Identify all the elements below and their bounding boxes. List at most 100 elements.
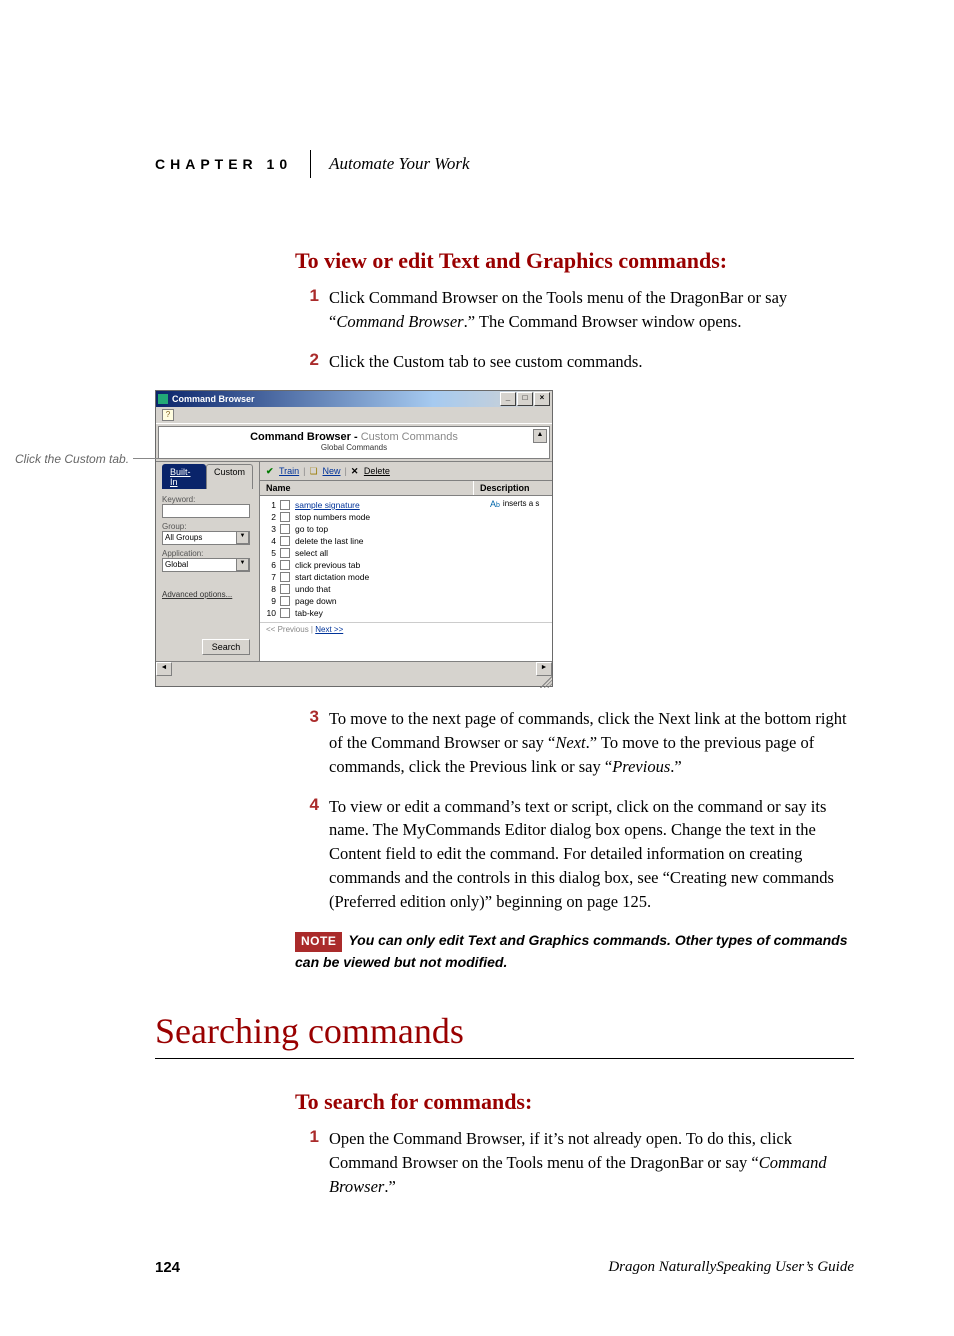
step-body: Open the Command Browser, if it’s not al…: [329, 1127, 854, 1199]
row-checkbox[interactable]: [280, 572, 290, 582]
chevron-down-icon[interactable]: ▼: [236, 531, 249, 544]
page-footer: 124 Dragon NaturallySpeaking User’s Guid…: [155, 1259, 854, 1276]
row-checkbox[interactable]: [280, 608, 290, 618]
close-button[interactable]: ×: [534, 392, 550, 406]
subheading-search: To search for commands:: [295, 1089, 854, 1115]
list-item[interactable]: 1 sample signature: [264, 499, 484, 511]
row-checkbox[interactable]: [280, 524, 290, 534]
command-list: 1 sample signature 2 stop numbers mode 3 go t…: [260, 496, 488, 622]
group-label: Group:: [162, 522, 253, 531]
row-checkbox[interactable]: [280, 596, 290, 606]
horizontal-scrollbar[interactable]: ◄ ►: [156, 661, 552, 676]
delete-icon: ✕: [351, 466, 360, 475]
text-graphics-icon: Ab: [490, 499, 500, 509]
app-icon: [158, 394, 168, 404]
chapter-label: CHAPTER 10: [155, 156, 292, 172]
row-index: 6: [264, 559, 276, 571]
maximize-button[interactable]: □: [517, 392, 533, 406]
command-browser-window: Command Browser _ □ × ? ▲ Command Browse…: [155, 390, 553, 687]
tab-custom[interactable]: Custom: [206, 464, 253, 489]
row-index: 2: [264, 511, 276, 523]
group-value: All Groups: [165, 533, 202, 542]
tab-built-in[interactable]: Built-In: [162, 464, 206, 489]
row-index: 9: [264, 595, 276, 607]
step-body: To move to the next page of commands, cl…: [329, 707, 854, 779]
row-index: 3: [264, 523, 276, 535]
banner: ▲ Command Browser - Custom Commands Glob…: [158, 426, 550, 459]
delete-link[interactable]: Delete: [364, 466, 390, 476]
note-text: You can only edit Text and Graphics comm…: [295, 932, 848, 969]
row-checkbox[interactable]: [280, 536, 290, 546]
list-item[interactable]: 5 select all: [264, 547, 484, 559]
row-index: 8: [264, 583, 276, 595]
note-badge: NOTE: [295, 932, 342, 951]
step-body: Click Command Browser on the Tools menu …: [329, 286, 854, 334]
subheading-view-edit: To view or edit Text and Graphics comman…: [295, 248, 854, 274]
row-name: stop numbers mode: [295, 511, 370, 523]
resize-grip-icon[interactable]: [540, 676, 552, 688]
row-checkbox[interactable]: [280, 584, 290, 594]
list-item[interactable]: 7start dictation mode: [264, 571, 484, 583]
list-item[interactable]: 10tab-key: [264, 607, 484, 619]
step-4: 4 To view or edit a command’s text or sc…: [295, 795, 854, 915]
row-checkbox[interactable]: [280, 560, 290, 570]
list-item[interactable]: 8undo that: [264, 583, 484, 595]
window-titlebar[interactable]: Command Browser _ □ ×: [156, 391, 552, 407]
keyword-label: Keyword:: [162, 495, 253, 504]
row-checkbox[interactable]: [280, 548, 290, 558]
row-name: go to top: [295, 523, 328, 535]
step-body: Click the Custom tab to see custom comma…: [329, 350, 642, 374]
row-name: select all: [295, 547, 328, 559]
pager: << Previous | Next >>: [260, 622, 552, 636]
row-index: 5: [264, 547, 276, 559]
keyword-input[interactable]: [162, 504, 250, 518]
step-number: 1: [295, 1127, 329, 1199]
list-item[interactable]: 9page down: [264, 595, 484, 607]
row-name[interactable]: sample signature: [295, 499, 360, 511]
desc-text: inserts a s: [503, 499, 539, 508]
pager-next[interactable]: Next >>: [315, 625, 343, 634]
step-number: 1: [295, 286, 329, 334]
application-value: Global: [165, 560, 188, 569]
advanced-options-link[interactable]: Advanced options...: [162, 590, 232, 599]
step-text: .” The Command Browser window opens.: [464, 312, 742, 331]
banner-subtitle: Global Commands: [165, 443, 543, 452]
step-number: 4: [295, 795, 329, 915]
banner-title-bold: Command Browser -: [250, 431, 361, 443]
figure-command-browser: Click the Custom tab. Command Browser _ …: [15, 390, 854, 687]
row-checkbox[interactable]: [280, 500, 290, 510]
running-header: CHAPTER 10 Automate Your Work: [155, 150, 854, 178]
row-checkbox[interactable]: [280, 512, 290, 522]
application-label: Application:: [162, 549, 253, 558]
scroll-left-icon[interactable]: ◄: [156, 662, 172, 676]
header-separator: [310, 150, 311, 178]
help-icon[interactable]: ?: [162, 409, 174, 421]
scroll-up-icon[interactable]: ▲: [533, 429, 547, 443]
list-item[interactable]: 6click previous tab: [264, 559, 484, 571]
chevron-down-icon[interactable]: ▼: [236, 558, 249, 571]
page-number: 124: [155, 1259, 180, 1276]
group-select[interactable]: All Groups ▼: [162, 531, 250, 545]
col-desc-header[interactable]: Description: [474, 481, 552, 495]
minimize-button[interactable]: _: [500, 392, 516, 406]
list-item[interactable]: 3 go to top: [264, 523, 484, 535]
list-item[interactable]: 4delete the last line: [264, 535, 484, 547]
row-index: 1: [264, 499, 276, 511]
row-name: delete the last line: [295, 535, 364, 547]
toolbar: ✔Train | ❏New | ✕Delete: [260, 462, 552, 481]
train-link[interactable]: Train: [279, 466, 299, 476]
application-select[interactable]: Global ▼: [162, 558, 250, 572]
banner-title-gray: Custom Commands: [361, 431, 458, 443]
step-number: 2: [295, 350, 329, 374]
menubar: ?: [156, 407, 552, 424]
new-link[interactable]: New: [323, 466, 341, 476]
col-name-header[interactable]: Name: [260, 481, 474, 495]
train-icon: ✔: [266, 466, 275, 475]
search-button[interactable]: Search: [202, 639, 250, 655]
new-icon: ❏: [310, 466, 319, 475]
book-title: Dragon NaturallySpeaking User’s Guide: [608, 1259, 854, 1276]
window-title: Command Browser: [172, 394, 255, 404]
row-index: 10: [264, 607, 276, 619]
scroll-right-icon[interactable]: ►: [536, 662, 552, 676]
list-item[interactable]: 2 stop numbers mode: [264, 511, 484, 523]
